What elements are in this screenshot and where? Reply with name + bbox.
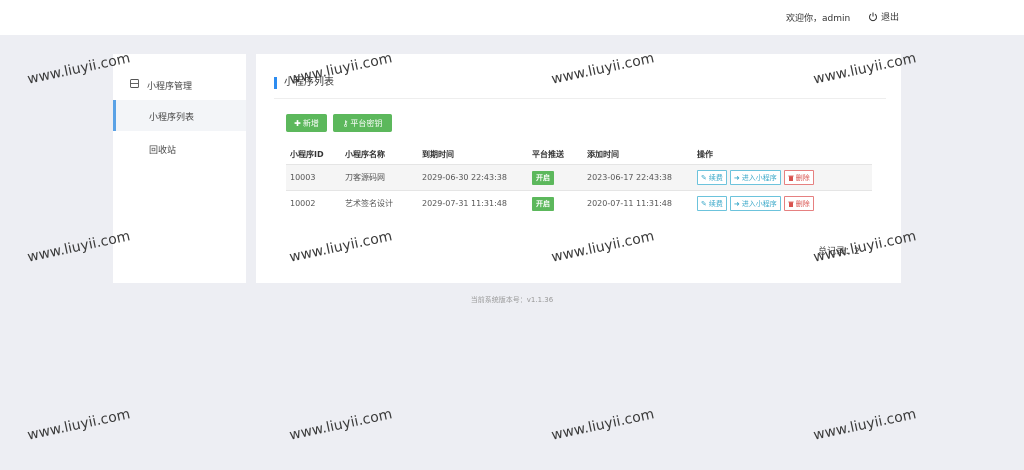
total-records: 总记录：2 bbox=[818, 247, 860, 257]
welcome-text: 欢迎你，admin bbox=[786, 14, 851, 24]
sidebar-group-miniprogram[interactable]: 小程序管理 bbox=[113, 74, 246, 94]
table-row: 10003 刀客源码网 2029-06-30 22:43:38 开启 2023-… bbox=[286, 164, 872, 190]
cell-added: 2023-06-17 22:43:38 bbox=[587, 173, 672, 182]
cell-expire: 2029-07-31 11:31:48 bbox=[422, 199, 507, 208]
delete-label: 删除 bbox=[795, 173, 810, 182]
main-panel: 小程序列表 ✚ 新增 ⚷ 平台密钥 小程序ID 小程序名称 到期时间 平台推送 … bbox=[256, 54, 901, 283]
cell-id: 10002 bbox=[290, 199, 316, 208]
cell-actions: ✎ 续费 ➜ 进入小程序 删除 bbox=[697, 191, 814, 216]
column-header: 操作 bbox=[697, 149, 713, 159]
renew-label: 续费 bbox=[708, 199, 723, 208]
plus-icon: ✚ bbox=[294, 118, 301, 128]
column-header: 小程序ID bbox=[290, 149, 324, 159]
enter-miniprogram-button[interactable]: ➜ 进入小程序 bbox=[729, 170, 781, 185]
column-header: 平台推送 bbox=[532, 149, 564, 159]
cell-push: 开启 bbox=[532, 191, 554, 216]
sidebar-group-label: 小程序管理 bbox=[147, 82, 193, 92]
cell-id: 10003 bbox=[290, 173, 316, 182]
enter-label: 进入小程序 bbox=[741, 199, 777, 208]
page-title: 小程序列表 bbox=[274, 77, 334, 89]
renew-label: 续费 bbox=[708, 173, 723, 182]
sidebar-item-recycle-bin[interactable]: 回收站 bbox=[113, 133, 246, 164]
watermark: www.liuyii.com bbox=[812, 406, 918, 444]
key-icon: ⚷ bbox=[342, 118, 349, 128]
table-header: 小程序ID 小程序名称 到期时间 平台推送 添加时间 操作 bbox=[286, 144, 872, 164]
pencil-icon: ✎ bbox=[701, 173, 707, 182]
enter-miniprogram-button[interactable]: ➜ 进入小程序 bbox=[729, 196, 781, 211]
trash-icon bbox=[788, 175, 794, 181]
delete-button[interactable]: 删除 bbox=[783, 196, 814, 211]
power-icon bbox=[869, 12, 877, 21]
column-header: 小程序名称 bbox=[345, 149, 385, 159]
cell-expire: 2029-06-30 22:43:38 bbox=[422, 173, 507, 182]
column-header: 到期时间 bbox=[422, 149, 454, 159]
trash-icon bbox=[788, 201, 794, 207]
top-bar: 欢迎你，admin 退出 bbox=[0, 0, 1024, 35]
sidebar-item-miniprogram-list[interactable]: 小程序列表 bbox=[113, 100, 246, 131]
add-button-label: 新增 bbox=[302, 118, 319, 128]
cell-push: 开启 bbox=[532, 165, 554, 190]
platform-key-button[interactable]: ⚷ 平台密钥 bbox=[333, 114, 392, 132]
renew-button[interactable]: ✎ 续费 bbox=[697, 196, 727, 211]
watermark: www.liuyii.com bbox=[550, 406, 656, 444]
platform-key-label: 平台密钥 bbox=[350, 118, 383, 128]
column-header: 添加时间 bbox=[587, 149, 619, 159]
logout-button[interactable]: 退出 bbox=[868, 10, 899, 23]
version-footer: 当前系统版本号：v1.1.36 bbox=[470, 296, 554, 304]
cell-added: 2020-07-11 11:31:48 bbox=[587, 199, 672, 208]
status-badge: 开启 bbox=[532, 170, 554, 185]
add-button[interactable]: ✚ 新增 bbox=[286, 114, 327, 132]
delete-label: 删除 bbox=[795, 199, 810, 208]
server-icon bbox=[130, 79, 139, 88]
divider bbox=[274, 98, 886, 99]
renew-button[interactable]: ✎ 续费 bbox=[697, 170, 727, 185]
status-badge: 开启 bbox=[532, 196, 554, 211]
cell-name: 刀客源码网 bbox=[345, 173, 385, 182]
cell-name: 艺术签名设计 bbox=[345, 199, 393, 208]
enter-label: 进入小程序 bbox=[741, 173, 777, 182]
pencil-icon: ✎ bbox=[701, 199, 707, 208]
watermark: www.liuyii.com bbox=[26, 406, 132, 444]
delete-button[interactable]: 删除 bbox=[783, 170, 814, 185]
watermark: www.liuyii.com bbox=[288, 406, 394, 444]
sidebar-item-label: 小程序列表 bbox=[149, 113, 195, 123]
sidebar: 小程序管理 小程序列表 回收站 bbox=[113, 54, 246, 283]
arrow-right-icon: ➜ bbox=[733, 199, 740, 208]
miniprogram-table: 小程序ID 小程序名称 到期时间 平台推送 添加时间 操作 10003 刀客源码… bbox=[286, 144, 872, 216]
arrow-right-icon: ➜ bbox=[733, 173, 740, 182]
cell-actions: ✎ 续费 ➜ 进入小程序 删除 bbox=[697, 165, 814, 190]
sidebar-item-label: 回收站 bbox=[149, 146, 177, 156]
table-row: 10002 艺术签名设计 2029-07-31 11:31:48 开启 2020… bbox=[286, 190, 872, 216]
logout-label: 退出 bbox=[881, 13, 900, 23]
